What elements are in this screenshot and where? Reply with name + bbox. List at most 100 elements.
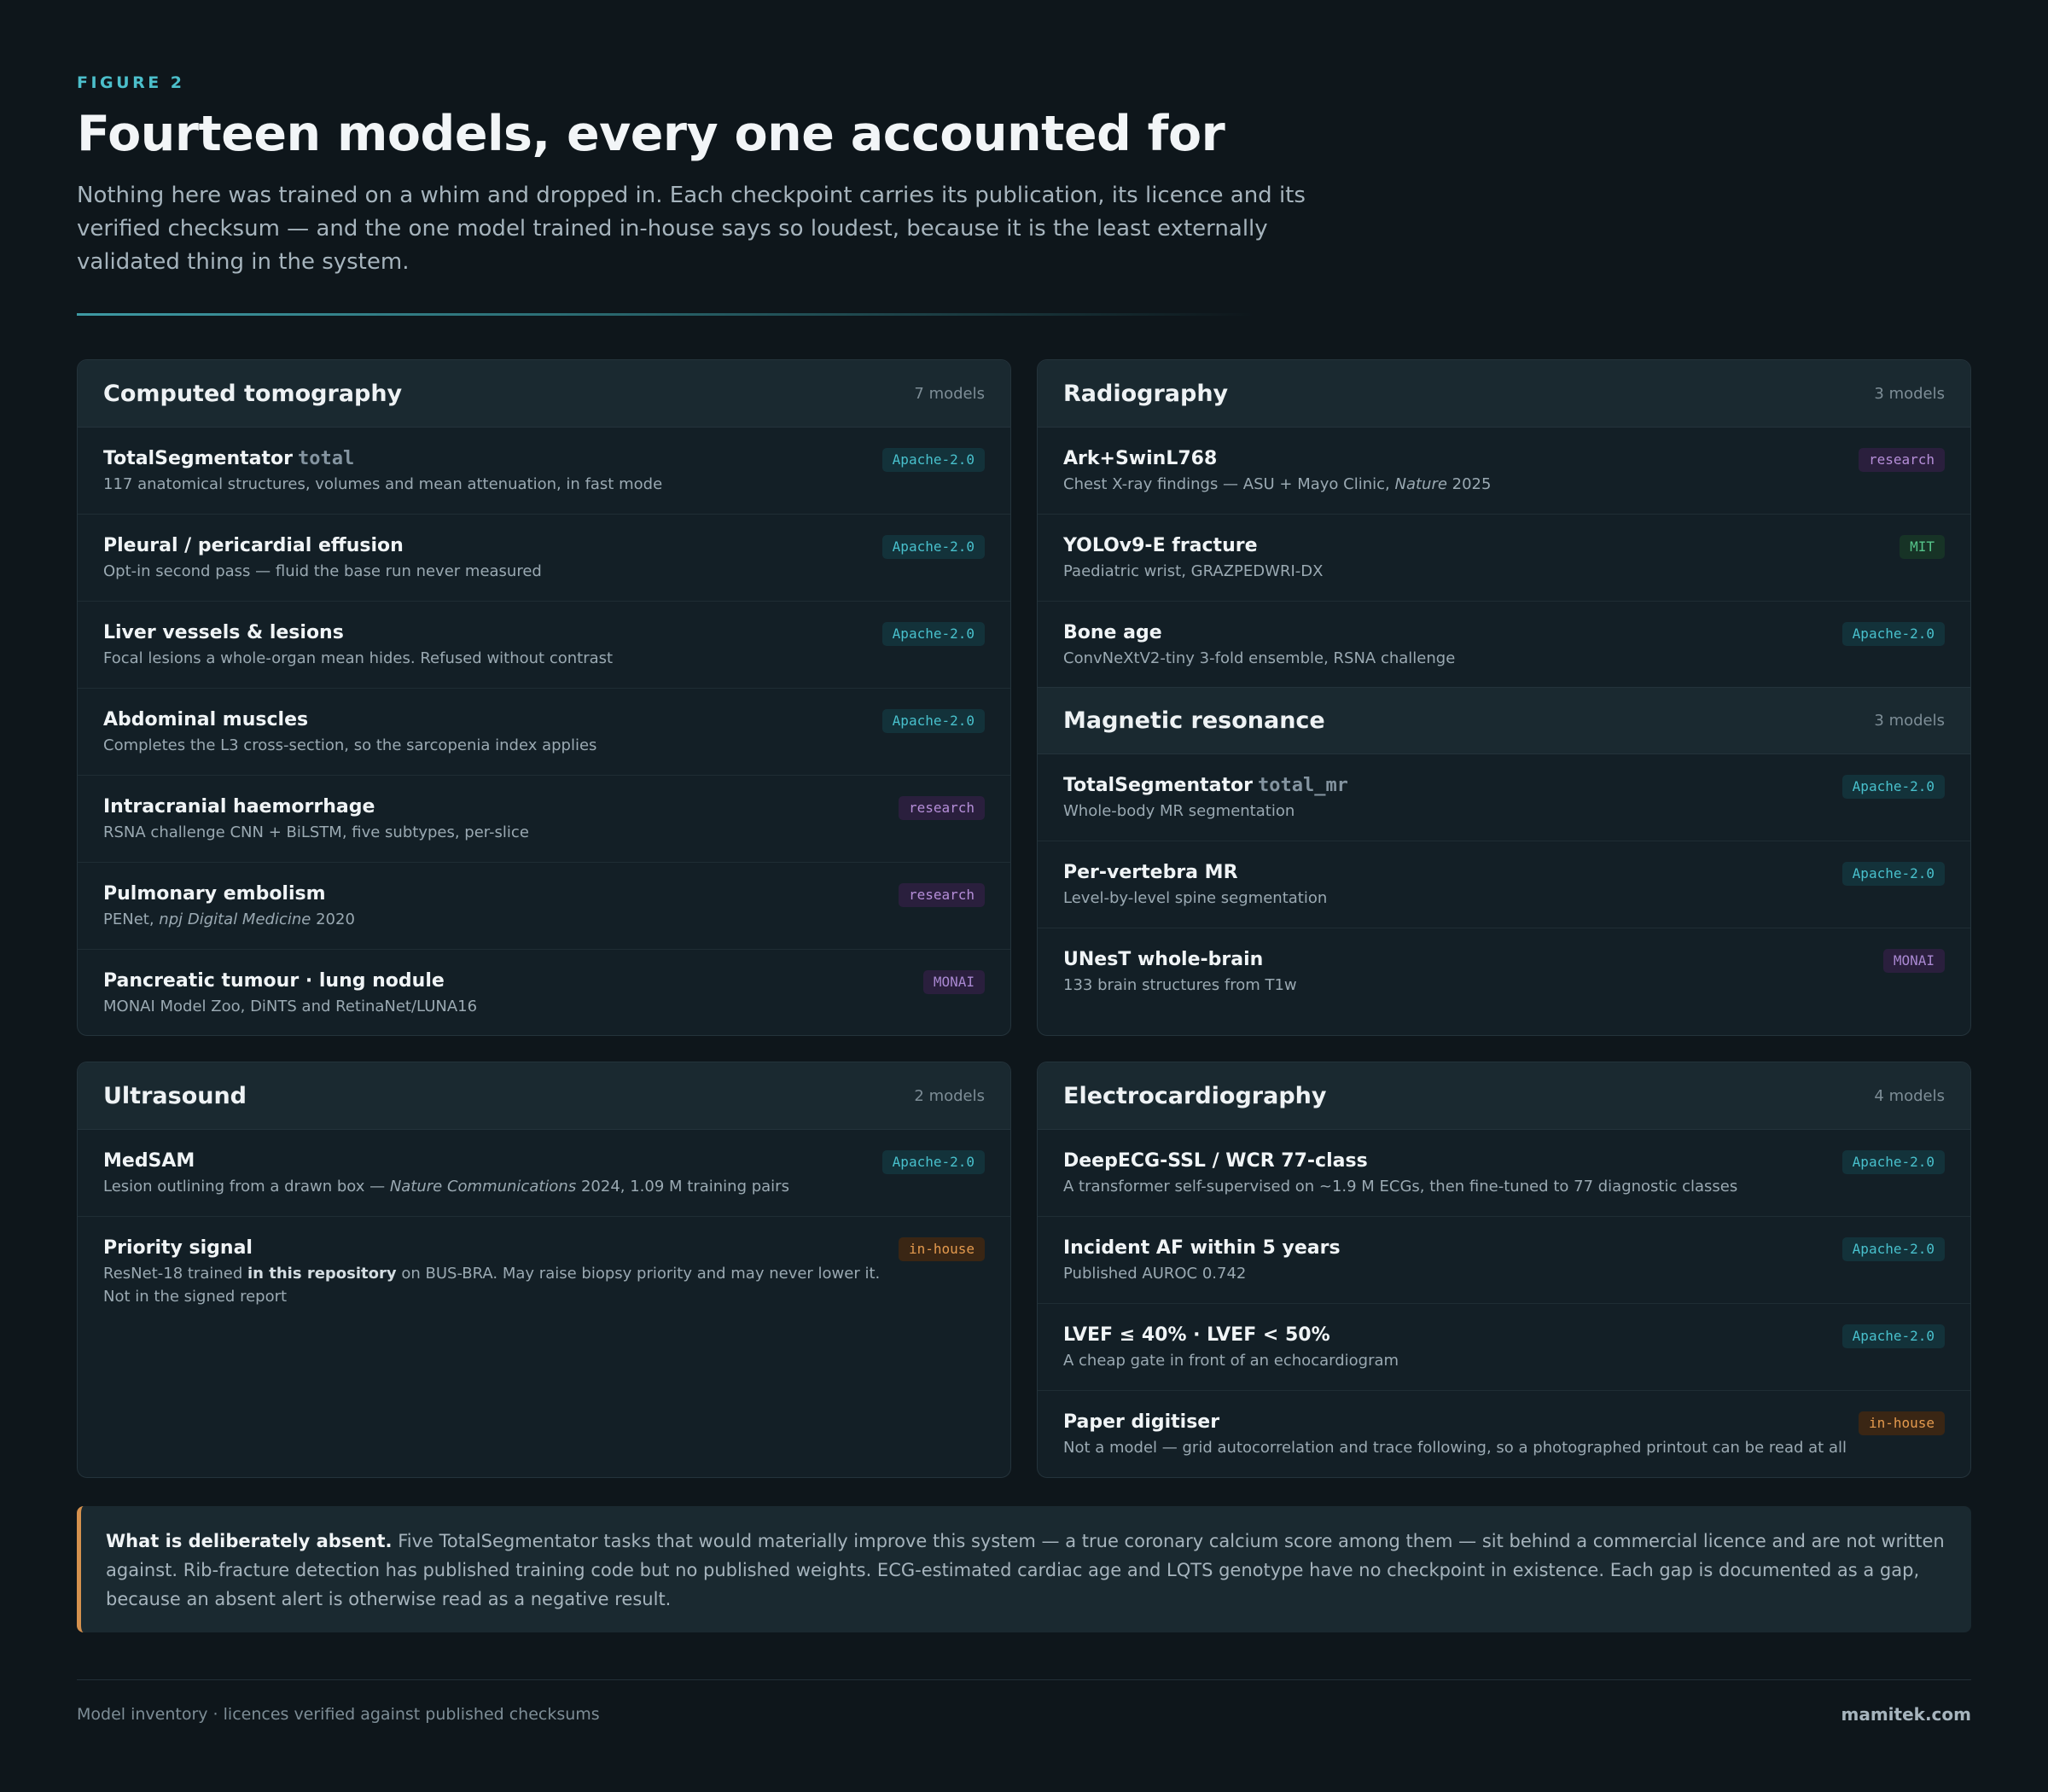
model-name: LVEF ≤ 40% · LVEF < 50% [1063,1324,1330,1346]
card-header: Electrocardiography 4 models [1038,1062,1970,1130]
model-description: Completes the L3 cross-section, so the s… [103,736,597,754]
model-row-totalsegmentator-total: TotalSegmentator total 117 anatomical str… [78,428,1010,515]
licence-badge: Apache-2.0 [1841,775,1945,799]
card-title: Radiography [1063,380,1229,407]
model-row-pulmonary-embolism: Pulmonary embolism PENet, npj Digital Me… [78,863,1010,950]
model-name: Pancreatic tumour · lung nodule [103,970,445,992]
model-name: Ark+SwinL768 [1063,448,1218,469]
licence-badge: MONAI [922,970,985,994]
figure-label: FIGURE 2 [77,73,185,92]
model-description: ResNet-18 trained in this repository on … [103,1265,881,1306]
licence-badge: research [898,796,985,820]
model-description: MONAI Model Zoo, DiNTS and RetinaNet/LUN… [103,998,478,1015]
model-row-effusion: Pleural / pericardial effusion Opt-in se… [78,515,1010,602]
licence-badge: Apache-2.0 [881,1150,985,1174]
licence-badge: Apache-2.0 [1841,1237,1945,1261]
card-header: Magnetic resonance 3 models [1038,687,1970,754]
model-row-paper-digitiser: Paper digitiser Not a model — grid autoc… [1038,1391,1970,1477]
licence-badge: Apache-2.0 [1841,862,1945,886]
licence-badge: MONAI [1882,949,1945,973]
model-description: 133 brain structures from T1w [1063,976,1297,994]
licence-badge: in-house [898,1237,985,1261]
model-name: Bone age [1063,622,1162,643]
model-row-per-vertebra: Per-vertebra MR Level-by-level spine seg… [1038,841,1970,928]
model-row-abdominal-muscles: Abdominal muscles Completes the L3 cross… [78,689,1010,776]
model-description: Focal lesions a whole-organ mean hides. … [103,649,614,667]
model-count: 2 models [914,1086,985,1105]
model-name: Pleural / pericardial effusion [103,535,404,556]
model-name: Pulmonary embolism [103,883,326,905]
model-name: Priority signal [103,1237,253,1259]
model-row-priority-signal: Priority signal ResNet-18 trained in thi… [78,1217,1010,1306]
callout-lead: What is deliberately absent. [106,1531,393,1551]
card-computed-tomography: Computed tomography 7 models TotalSegmen… [77,359,1011,1036]
footer-site: mamitek.com [1841,1704,1972,1725]
licence-badge: Apache-2.0 [881,535,985,559]
model-row-lvef: LVEF ≤ 40% · LVEF < 50% A cheap gate in … [1038,1304,1970,1391]
model-name: Per-vertebra MR [1063,862,1238,883]
card-header: Ultrasound 2 models [78,1062,1010,1130]
model-name: TotalSegmentator total [103,448,355,469]
header-divider [77,313,1254,316]
model-description: Level-by-level spine segmentation [1063,889,1328,907]
model-row-pancreatic-lung: Pancreatic tumour · lung nodule MONAI Mo… [78,950,1010,1035]
card-title: Ultrasound [103,1082,247,1109]
model-name: Intracranial haemorrhage [103,796,375,817]
card-header: Computed tomography 7 models [78,360,1010,428]
card-ultrasound: Ultrasound 2 models MedSAM Lesion outlin… [77,1062,1011,1478]
model-description: Published AUROC 0.742 [1063,1265,1247,1283]
card-title: Electrocardiography [1063,1082,1327,1109]
model-name: UNesT whole-brain [1063,949,1264,970]
model-count: 4 models [1874,1086,1945,1105]
licence-badge: in-house [1858,1411,1945,1435]
model-description: Paediatric wrist, GRAZPEDWRI-DX [1063,562,1324,580]
model-count: 7 models [914,384,985,403]
model-row-ark-swinl: Ark+SwinL768 Chest X-ray findings — ASU … [1038,428,1970,515]
model-description: RSNA challenge CNN + BiLSTM, five subtyp… [103,823,529,841]
page-title: Fourteen models, every one accounted for [77,106,1225,162]
footer-caption: Model inventory · licences verified agai… [77,1705,600,1724]
model-name: MedSAM [103,1150,195,1172]
model-description: Whole-body MR segmentation [1063,802,1295,820]
model-name: Incident AF within 5 years [1063,1237,1341,1259]
model-row-totalsegmentator-mr: TotalSegmentator total_mr Whole-body MR s… [1038,754,1970,841]
absent-models-callout: What is deliberately absent. Five TotalS… [77,1506,1971,1632]
licence-badge: Apache-2.0 [1841,1150,1945,1174]
model-description: ConvNeXtV2-tiny 3-fold ensemble, RSNA ch… [1063,649,1456,667]
licence-badge: Apache-2.0 [881,622,985,646]
model-name: DeepECG-SSL / WCR 77-class [1063,1150,1368,1172]
model-row-deepecg: DeepECG-SSL / WCR 77-class A transformer… [1038,1130,1970,1217]
licence-badge: MIT [1900,535,1945,559]
model-count: 3 models [1874,384,1945,403]
task-code: total_mr [1257,775,1348,796]
model-description: Opt-in second pass — fluid the base run … [103,562,542,580]
model-row-bone-age: Bone age ConvNeXtV2-tiny 3-fold ensemble… [1038,602,1970,687]
model-name: TotalSegmentator total_mr [1063,775,1348,796]
task-code: total [297,448,355,469]
model-description: PENet, npj Digital Medicine 2020 [103,911,355,928]
model-row-haemorrhage: Intracranial haemorrhage RSNA challenge … [78,776,1010,863]
card-title: Magnetic resonance [1063,707,1325,734]
licence-badge: research [898,883,985,907]
licence-badge: Apache-2.0 [881,448,985,472]
model-row-incident-af: Incident AF within 5 years Published AUR… [1038,1217,1970,1304]
model-name: Paper digitiser [1063,1411,1220,1433]
licence-badge: Apache-2.0 [1841,1324,1945,1348]
model-description: Not a model — grid autocorrelation and t… [1063,1439,1847,1457]
model-row-unest: UNesT whole-brain 133 brain structures f… [1038,928,1970,1015]
licence-badge: Apache-2.0 [1841,622,1945,646]
model-description: Chest X-ray findings — ASU + Mayo Clinic… [1063,475,1492,493]
model-description: A transformer self-supervised on ~1.9 M … [1063,1178,1738,1196]
model-count: 3 models [1874,712,1945,730]
model-name: YOLOv9-E fracture [1063,535,1258,556]
model-row-yolov9-fracture: YOLOv9-E fracture Paediatric wrist, GRAZ… [1038,515,1970,602]
page-lede: Nothing here was trained on a whim and d… [77,183,1306,275]
licence-badge: Apache-2.0 [881,709,985,733]
model-description: Lesion outlining from a drawn box — Natu… [103,1178,789,1196]
model-description: 117 anatomical structures, volumes and m… [103,475,663,493]
model-name: Liver vessels & lesions [103,622,344,643]
model-name: Abdominal muscles [103,709,309,730]
footer-divider [77,1679,1971,1680]
model-description: A cheap gate in front of an echocardiogr… [1063,1352,1399,1370]
card-electrocardiography: Electrocardiography 4 models DeepECG-SSL… [1037,1062,1971,1478]
